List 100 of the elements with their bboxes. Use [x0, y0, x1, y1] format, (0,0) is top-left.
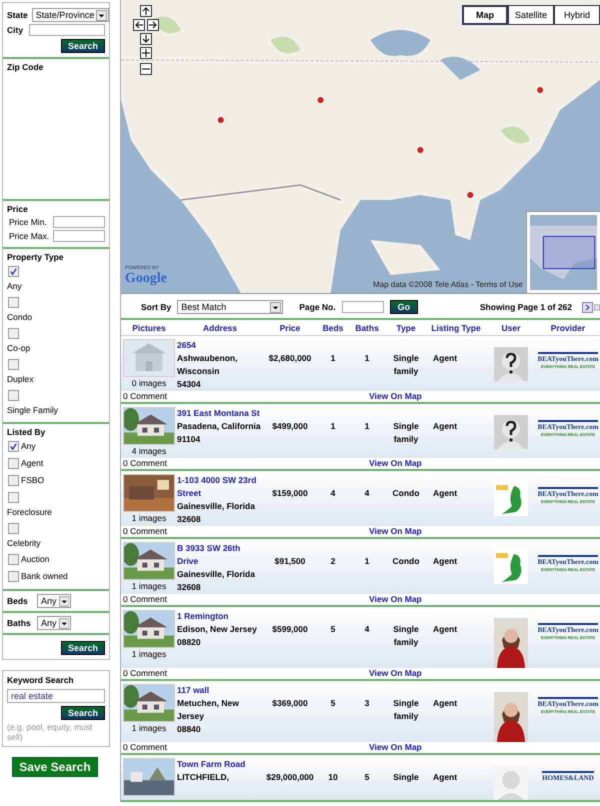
checkbox[interactable]	[8, 328, 19, 339]
baths-cell-text: 4	[364, 623, 370, 636]
checkbox[interactable]	[8, 523, 19, 534]
checkbox[interactable]	[8, 475, 19, 486]
checkbox[interactable]	[8, 359, 19, 370]
view-on-map-link[interactable]: View On Map	[369, 594, 422, 605]
section-title: Keyword Search	[7, 675, 75, 685]
caret-icon	[58, 596, 69, 606]
person-figure-icon	[494, 692, 528, 742]
sort-label: Sort By	[141, 302, 172, 312]
checkbox-label: Celebrity	[7, 538, 42, 548]
view-on-map-link[interactable]: View On Map	[369, 391, 422, 402]
checkbox[interactable]	[8, 458, 19, 469]
beds-cell-text: 5	[330, 697, 336, 710]
price-cell-text: $91,500	[274, 555, 306, 568]
search-button[interactable]: Search	[60, 39, 105, 53]
listing-type-cell-text: Agent	[432, 697, 458, 710]
listing-type-cell-text: Agent	[432, 352, 458, 365]
comment-count: 0 Comment	[123, 742, 168, 753]
baths-cell-text: 1	[364, 420, 370, 433]
beds-cell-text: 4	[330, 487, 336, 500]
dropdown[interactable]: Any	[37, 616, 71, 630]
price-field[interactable]	[53, 230, 106, 242]
save-search-button[interactable]: Save Search	[12, 757, 98, 777]
checkbox[interactable]	[8, 492, 19, 503]
zip-text: 08840	[177, 723, 202, 736]
beds-cell-text: 2	[330, 555, 336, 568]
comment-count: 0 Comment	[123, 458, 168, 469]
baths-cell-text: 1	[364, 555, 370, 568]
go-button[interactable]: Go	[390, 300, 418, 314]
address-link[interactable]: 1 Remington	[177, 610, 263, 623]
dropdown[interactable]: Any	[37, 594, 71, 608]
sort-select[interactable]: Best Match	[177, 300, 284, 314]
checkbox-label: Any	[21, 440, 36, 451]
address-link[interactable]: Town Farm Road	[177, 758, 263, 771]
zip-text: 91104	[177, 433, 202, 446]
view-on-map-link[interactable]: View On Map	[369, 526, 422, 537]
checkbox[interactable]	[8, 266, 19, 277]
image-count: 1 images	[132, 648, 166, 661]
caret-icon	[58, 618, 69, 628]
section-title: Price	[7, 204, 29, 214]
view-on-map-link[interactable]: View On Map	[369, 742, 422, 753]
page-field[interactable]	[342, 301, 384, 313]
keyword-field[interactable]: real estate	[7, 689, 105, 703]
address-link[interactable]: 391 East Montana St	[177, 407, 263, 420]
page-status: Showing Page 1 of 262	[480, 302, 572, 312]
gator-logo-icon	[494, 482, 528, 516]
checkbox[interactable]	[8, 390, 19, 401]
comment-count: 0 Comment	[123, 526, 168, 537]
address-link[interactable]: 2654	[177, 339, 263, 352]
checkbox[interactable]	[8, 297, 19, 308]
comment-count: 0 Comment	[123, 668, 168, 679]
city-text: Edison, New Jersey	[177, 623, 258, 636]
person-figure-icon	[494, 618, 528, 668]
zip-text: 08820	[177, 636, 202, 649]
address-link[interactable]: 1-103 4000 SW 23rd Street	[177, 474, 263, 500]
beds-cell-text: 1	[330, 420, 336, 433]
caret-icon	[96, 10, 108, 20]
checkbox-label: Single Family	[7, 405, 60, 415]
checkbox-label: Bank owned	[21, 570, 68, 581]
type-cell-text: Single family	[392, 420, 420, 446]
next-page-icon[interactable]	[582, 302, 593, 312]
checkbox-label: FSBO	[21, 474, 44, 485]
checkbox-label: Foreclosure	[7, 507, 53, 517]
page-label: Page No.	[299, 302, 336, 312]
checkbox[interactable]	[8, 571, 19, 582]
user-silhouette-icon	[494, 766, 528, 800]
city-text: Gainesville, Florida	[177, 568, 256, 581]
beds-cell-text: 5	[330, 623, 336, 636]
baths-cell-text: 3	[364, 697, 370, 710]
city-text: Metuchen, New Jersey	[177, 697, 240, 723]
type-cell-text: Single family	[392, 352, 420, 378]
address-link[interactable]: B 3933 SW 26th Drive	[177, 542, 263, 568]
checkbox-label: Co-op	[7, 343, 32, 353]
unknown-user-icon	[494, 347, 528, 381]
type-cell-text: Condo	[392, 555, 420, 568]
price-field[interactable]	[53, 216, 105, 228]
listing-type-cell-text: Agent	[432, 420, 458, 433]
field-label: City	[7, 25, 24, 35]
price-cell-text: $2,680,000	[268, 352, 312, 365]
search-button[interactable]: Search	[60, 706, 105, 720]
gator-logo-icon	[494, 550, 528, 584]
field-label: Price Max.	[9, 231, 50, 241]
image-count: 1 images	[132, 580, 166, 593]
baths-cell-text: 1	[364, 352, 370, 365]
field-label: Price Min.	[9, 217, 47, 227]
city-field[interactable]	[29, 24, 105, 36]
checkbox[interactable]	[8, 554, 19, 565]
price-cell-text: $499,000	[271, 420, 309, 433]
type-cell-text: Condo	[392, 487, 420, 500]
search-button[interactable]: Search	[60, 641, 105, 655]
address-link[interactable]: 117 wall	[177, 684, 263, 697]
view-on-map-link[interactable]: View On Map	[369, 668, 422, 679]
view-on-map-link[interactable]: View On Map	[369, 458, 422, 469]
zip-text: 32608	[177, 581, 202, 594]
beds-cell-text: 10	[327, 771, 339, 784]
listing-type-cell-text: Agent	[432, 771, 458, 784]
price-cell-text: $369,000	[271, 697, 309, 710]
checkbox[interactable]	[8, 441, 19, 452]
state-select[interactable]: State/Province	[32, 8, 110, 22]
